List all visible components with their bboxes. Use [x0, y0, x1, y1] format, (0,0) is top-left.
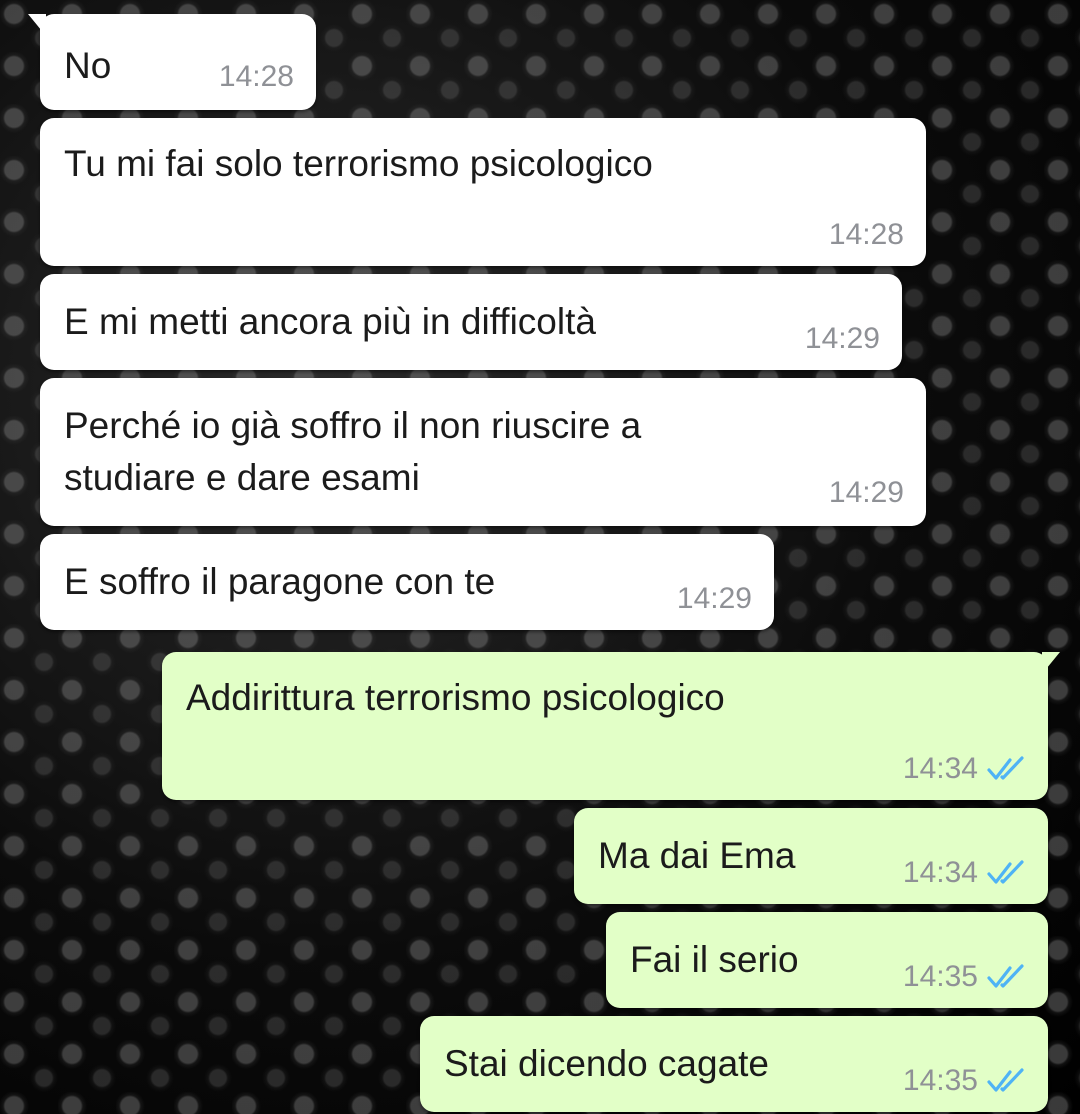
- bubble-tail: [28, 14, 46, 36]
- message-time: 14:29: [828, 476, 904, 509]
- message-time: 14:29: [804, 322, 880, 355]
- message-text: E mi metti ancora più in difficoltà: [64, 301, 596, 342]
- message-text: Perché io già soffro il non riuscire a s…: [64, 405, 642, 498]
- message-bubble-outgoing[interactable]: Addirittura terrorismo psicologico 14:34: [162, 652, 1060, 800]
- message-bubble-incoming[interactable]: Perché io già soffro il non riuscire a s…: [40, 378, 926, 526]
- message-time: 14:28: [828, 218, 904, 251]
- message-time: 14:35: [902, 1064, 978, 1097]
- message-text: Tu mi fai solo terrorismo psicologico: [64, 143, 653, 184]
- message-text: E soffro il paragone con te: [64, 561, 496, 602]
- message-time: 14:34: [902, 752, 978, 785]
- message-time: 14:35: [902, 960, 978, 993]
- double-check-icon: [987, 860, 1024, 884]
- message-time: 14:28: [218, 60, 294, 93]
- bubble-tail: [1042, 652, 1060, 674]
- message-bubble-incoming[interactable]: E mi metti ancora più in difficoltà 14:2…: [40, 274, 902, 370]
- double-check-icon: [987, 756, 1024, 780]
- message-bubble-incoming[interactable]: Tu mi fai solo terrorismo psicologico 14…: [40, 118, 926, 266]
- message-bubble-outgoing[interactable]: Fai il serio 14:35: [606, 912, 1048, 1008]
- message-text: Addirittura terrorismo psicologico: [186, 677, 725, 718]
- message-bubble-incoming[interactable]: No 14:28: [28, 14, 316, 110]
- double-check-icon: [987, 1068, 1024, 1092]
- message-bubble-outgoing[interactable]: Ma dai Ema 14:34: [574, 808, 1048, 904]
- message-time: 14:29: [676, 582, 752, 615]
- chat-background: No 14:28 Tu mi fai solo terrorismo psico…: [0, 0, 1080, 1114]
- double-check-icon: [987, 964, 1024, 988]
- message-bubble-outgoing[interactable]: Stai dicendo cagate 14:35: [420, 1016, 1048, 1112]
- message-time: 14:34: [902, 856, 978, 889]
- message-bubble-incoming[interactable]: E soffro il paragone con te 14:29: [40, 534, 774, 630]
